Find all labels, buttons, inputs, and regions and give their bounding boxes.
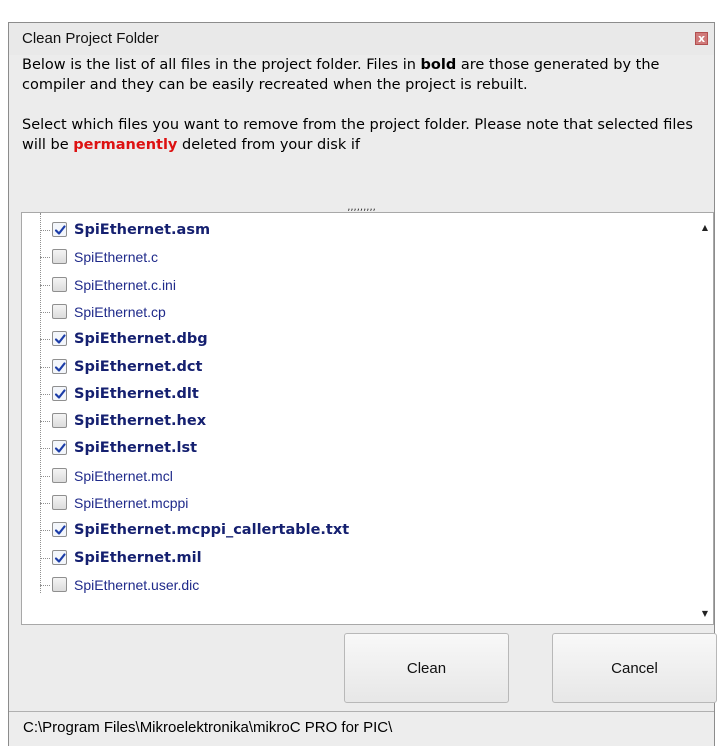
list-item[interactable]: SpiEthernet.dct (40, 356, 640, 378)
file-name: SpiEthernet.mcppi (74, 495, 189, 511)
file-checkbox[interactable] (52, 385, 67, 401)
tree-connector (40, 366, 50, 368)
file-name: SpiEthernet.c.ini (74, 276, 176, 293)
file-checkbox[interactable] (52, 276, 67, 292)
file-checkbox[interactable] (52, 467, 67, 483)
tree-connector (40, 421, 50, 423)
title-bar: Clean Project Folder x (9, 23, 714, 55)
list-item[interactable]: SpiEthernet.c.ini (40, 274, 640, 296)
close-button[interactable]: x (695, 32, 708, 45)
tree-connector (40, 257, 50, 259)
tree-connector (40, 475, 50, 477)
cancel-button[interactable]: Cancel (552, 633, 717, 703)
list-item[interactable]: SpiEthernet.lst (40, 437, 640, 459)
tree-connector (40, 557, 50, 559)
description-text: Below is the list of all files in the pr… (22, 55, 712, 155)
file-checkbox[interactable] (52, 495, 67, 510)
tree-connector (40, 311, 50, 313)
tree-connector (40, 284, 50, 286)
file-checkbox[interactable] (52, 522, 67, 538)
file-checkbox[interactable] (52, 331, 67, 347)
file-checkbox[interactable] (52, 249, 67, 265)
tree-connector (40, 339, 50, 341)
file-name: SpiEthernet.lst (74, 440, 198, 457)
list-item[interactable]: SpiEthernet.asm (40, 219, 640, 241)
status-bar: C:\Program Files\Mikroelektronika\mikroC… (9, 711, 714, 746)
file-name: SpiEthernet.mil (74, 549, 202, 566)
scroll-down-icon[interactable]: ▼ (702, 609, 708, 618)
file-name: SpiEthernet.asm (74, 222, 211, 238)
file-checkbox[interactable] (52, 440, 67, 456)
tree-connector (40, 584, 50, 586)
list-item[interactable]: SpiEthernet.cp (40, 301, 640, 323)
file-checkbox[interactable] (52, 576, 67, 592)
file-checkbox[interactable] (52, 222, 67, 237)
file-name: SpiEthernet.dlt (74, 385, 199, 402)
vertical-scrollbar[interactable]: ▲ ▼ (695, 213, 713, 624)
file-list: SpiEthernet.asm SpiEthernet.c SpiEthernet.… (21, 212, 714, 625)
list-item[interactable]: SpiEthernet.dbg (40, 328, 640, 350)
file-name: SpiEthernet.cp (74, 303, 166, 320)
project-path: C:\Program Files\Mikroelektronika\mikroC… (23, 719, 393, 736)
dialog-title: Clean Project Folder (22, 30, 159, 47)
file-name: SpiEthernet.hex (74, 413, 207, 430)
permanently-warning: permanently (73, 137, 178, 153)
file-checkbox[interactable] (52, 413, 67, 429)
tree-connector (40, 230, 50, 231)
file-checkbox[interactable] (52, 358, 67, 374)
clean-button[interactable]: Clean (344, 633, 509, 703)
tree-connector (40, 393, 50, 395)
list-item[interactable]: SpiEthernet.mil (40, 547, 640, 569)
file-name: SpiEthernet.mcl (74, 467, 173, 484)
list-item[interactable]: SpiEthernet.user.dic (40, 574, 640, 596)
tree-connector (40, 503, 50, 504)
description-paragraph-2: Select which files you want to remove fr… (22, 117, 693, 153)
tree-connector (40, 448, 50, 450)
list-item[interactable]: SpiEthernet.dlt (40, 383, 640, 405)
file-checkbox[interactable] (52, 549, 67, 565)
file-name: SpiEthernet.user.dic (74, 576, 200, 593)
clean-project-folder-dialog: Clean Project Folder x Below is the list… (8, 22, 717, 746)
list-item[interactable]: SpiEthernet.mcl (40, 465, 640, 487)
list-item[interactable]: SpiEthernet.mcppi_callertable.txt (40, 519, 640, 541)
file-name: SpiEthernet.mcppi_callertable.txt (74, 522, 350, 539)
tree-connector (40, 530, 50, 532)
scroll-up-icon[interactable]: ▲ (702, 223, 708, 232)
file-name: SpiEthernet.dct (74, 358, 203, 375)
close-icon: x (697, 32, 706, 45)
list-item[interactable]: SpiEthernet.c (40, 246, 640, 268)
list-item[interactable]: SpiEthernet.hex (40, 410, 640, 432)
file-name: SpiEthernet.dbg (74, 331, 208, 348)
file-name: SpiEthernet.c (74, 249, 159, 266)
description-paragraph-1: Below is the list of all files in the pr… (22, 57, 660, 93)
file-checkbox[interactable] (52, 303, 67, 319)
list-item[interactable]: SpiEthernet.mcppi (40, 492, 640, 514)
